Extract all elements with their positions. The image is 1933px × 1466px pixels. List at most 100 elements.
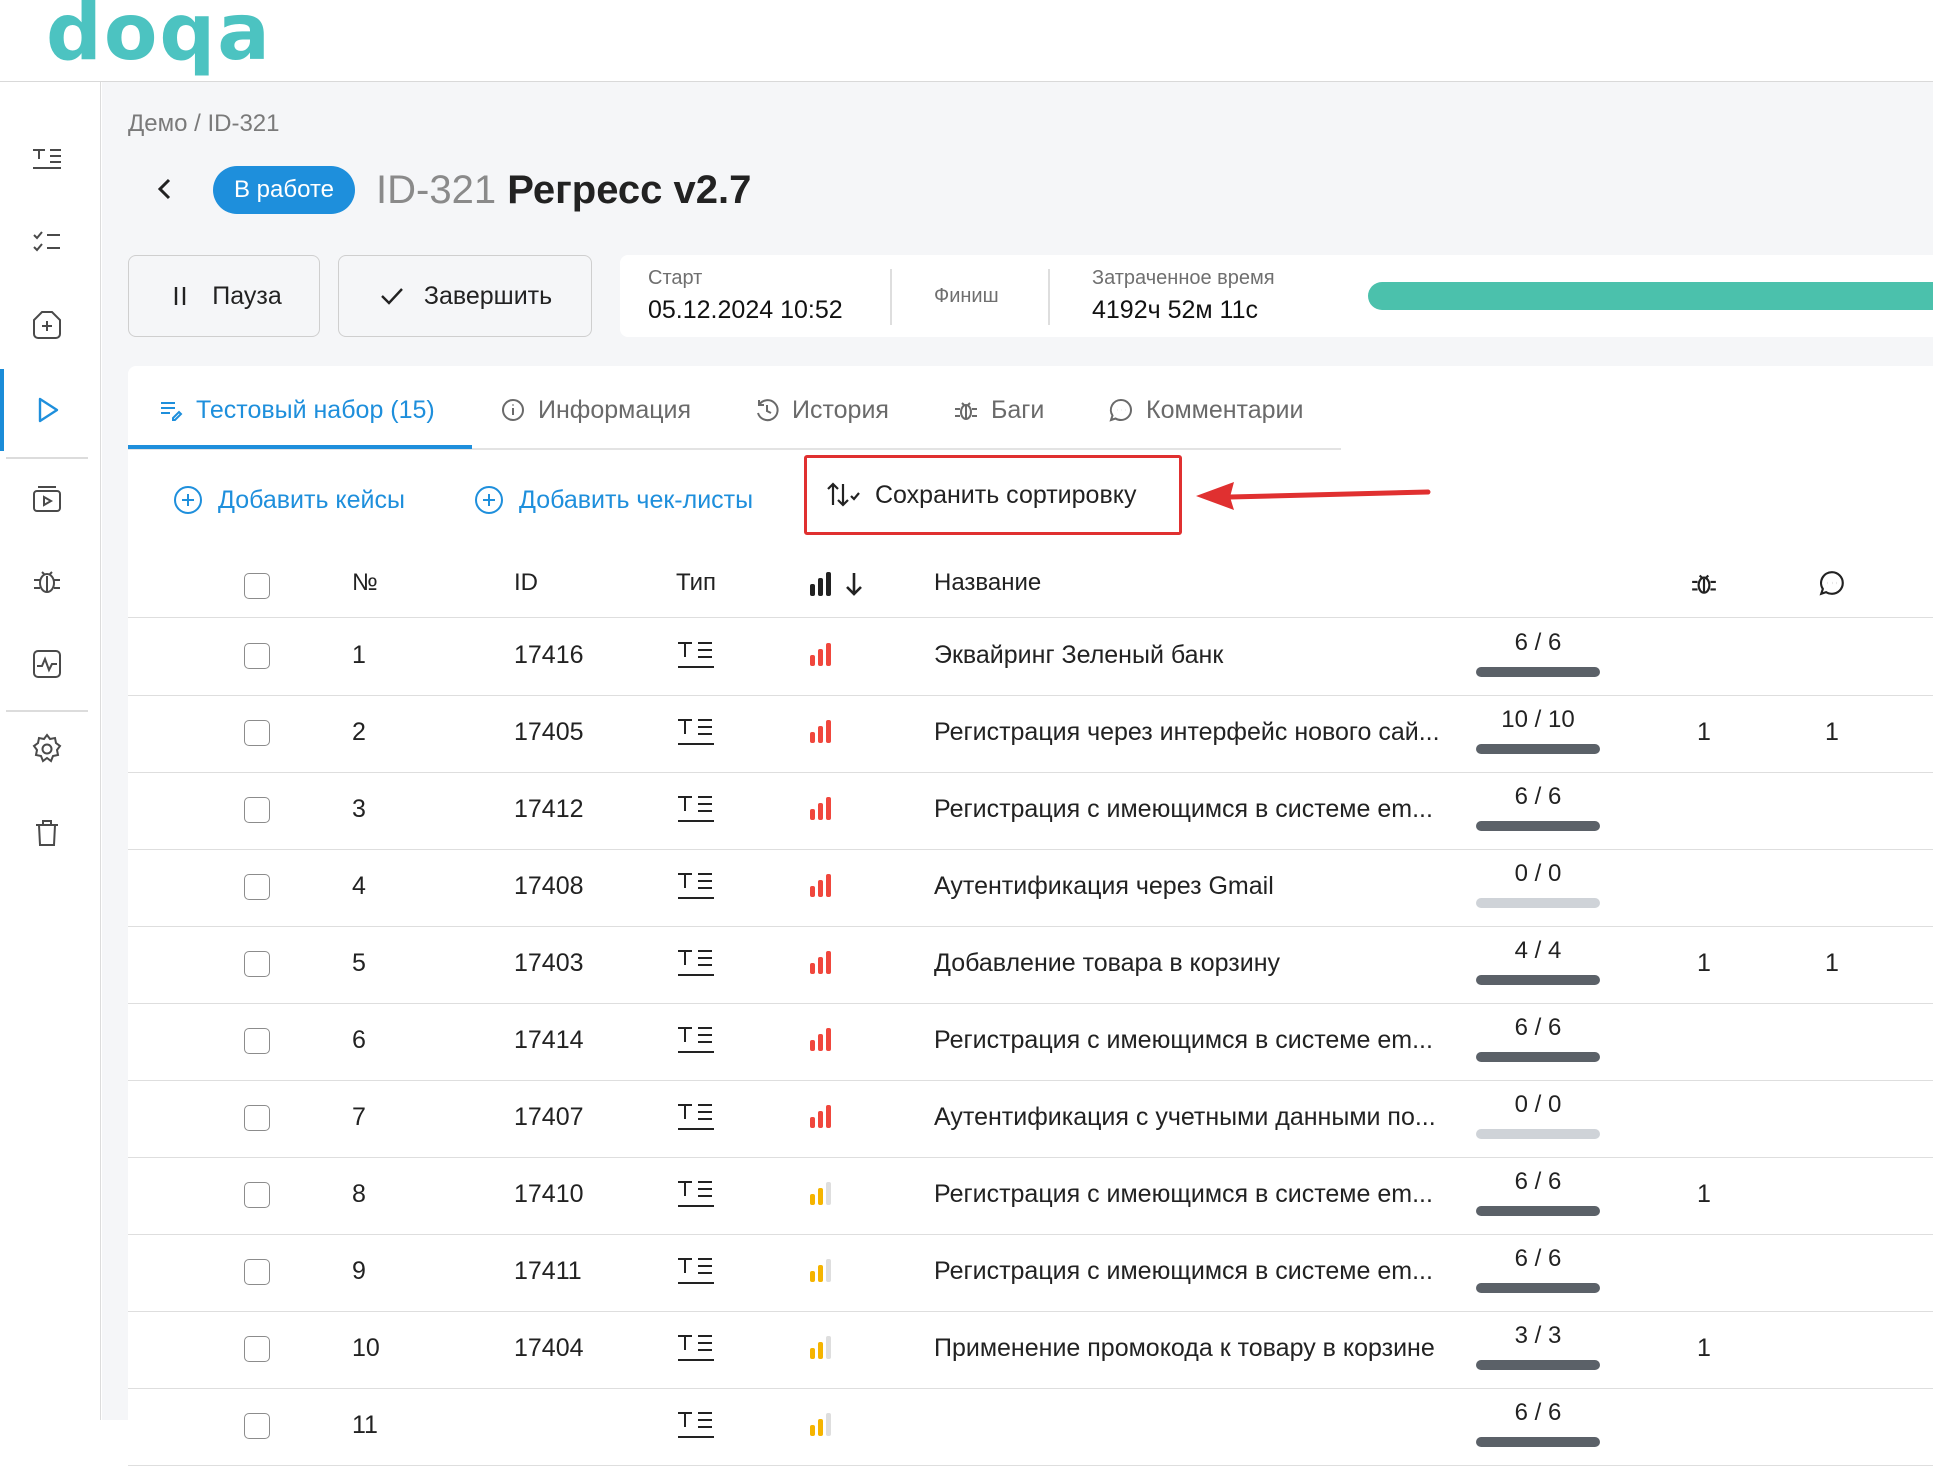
row-id[interactable]: 17414 xyxy=(514,1026,584,1055)
row-id[interactable]: 17403 xyxy=(514,949,584,978)
row-id[interactable]: 17411 xyxy=(514,1257,582,1286)
row-checkbox[interactable] xyxy=(244,951,270,977)
table-row[interactable]: 2 17405 Регистрация через интерфейс нового… xyxy=(128,696,1933,773)
priority-icon xyxy=(810,1028,831,1051)
logo[interactable]: doqa xyxy=(46,0,272,72)
row-comments-count[interactable]: 1 xyxy=(1825,949,1839,978)
row-id[interactable]: 17408 xyxy=(514,872,584,901)
bug-icon xyxy=(955,402,977,420)
test-case-type-icon xyxy=(678,1027,714,1053)
test-runs-nav-icon[interactable] xyxy=(26,389,68,431)
test-case-type-icon xyxy=(678,719,714,745)
info-divider xyxy=(1048,269,1050,325)
table-row[interactable]: 7 17407 Аутентификация с учетными данными … xyxy=(128,1081,1933,1158)
row-bugs-count[interactable]: 1 xyxy=(1697,718,1711,747)
table-row[interactable]: 4 17408 Аутентификация через Gmail 0 / 0 xyxy=(128,850,1933,927)
table-row[interactable]: 8 17410 Регистрация с имеющимся в системе … xyxy=(128,1158,1933,1235)
row-progress-bar xyxy=(1476,667,1600,677)
test-case-type-icon xyxy=(678,1335,714,1361)
finish-button[interactable]: Завершить xyxy=(338,255,592,337)
pause-button[interactable]: Пауза xyxy=(128,255,320,337)
trash-nav-icon[interactable] xyxy=(26,812,68,854)
bugs-nav-icon[interactable] xyxy=(26,560,68,602)
table-row[interactable]: 11 6 / 6 xyxy=(128,1389,1933,1466)
tab-comments[interactable]: Комментарии xyxy=(1108,390,1303,430)
sort-icon xyxy=(827,482,860,507)
row-id[interactable]: 17407 xyxy=(514,1103,584,1132)
tab-history[interactable]: История xyxy=(754,390,889,430)
row-number: 9 xyxy=(352,1257,366,1285)
priority-icon xyxy=(810,1413,831,1436)
tab-test-suite[interactable]: Тестовый набор (15) xyxy=(158,390,435,430)
row-id[interactable]: 17405 xyxy=(514,718,584,747)
sidebar-divider xyxy=(6,457,88,459)
row-checkbox[interactable] xyxy=(244,874,270,900)
test-case-type-icon xyxy=(678,642,714,668)
row-comments-count[interactable]: 1 xyxy=(1825,718,1839,747)
checklists-nav-icon[interactable] xyxy=(26,220,68,262)
tab-bugs[interactable]: Баги xyxy=(953,390,1044,430)
column-bugs[interactable] xyxy=(1690,569,1718,604)
column-id[interactable]: ID xyxy=(514,569,538,597)
sidebar xyxy=(0,82,101,1420)
table-row[interactable]: 9 17411 Регистрация с имеющимся в системе … xyxy=(128,1235,1933,1312)
spent-value: 4192ч 52м 11с xyxy=(1092,296,1258,324)
save-sort-button[interactable]: Сохранить сортировку xyxy=(804,455,1182,535)
row-checkbox[interactable] xyxy=(244,1028,270,1054)
test-case-type-icon xyxy=(678,873,714,899)
row-id[interactable]: 17404 xyxy=(514,1334,584,1363)
row-checkbox[interactable] xyxy=(244,1336,270,1362)
spent-info: Затраченное время 4192ч 52м 11с xyxy=(1092,267,1275,325)
row-checkbox[interactable] xyxy=(244,1413,270,1439)
settings-nav-icon[interactable] xyxy=(26,728,68,770)
row-number: 10 xyxy=(352,1334,380,1362)
plus-circle-icon xyxy=(475,486,503,514)
add-doc-nav-icon[interactable] xyxy=(26,304,68,346)
analytics-nav-icon[interactable] xyxy=(26,643,68,685)
add-cases-label: Добавить кейсы xyxy=(218,485,405,514)
status-badge[interactable]: В работе xyxy=(213,166,356,214)
row-checkbox[interactable] xyxy=(244,643,270,669)
column-comments[interactable] xyxy=(1818,569,1846,604)
column-num[interactable]: № xyxy=(352,569,378,597)
table-row[interactable]: 10 17404 Применение промокода к товару в к… xyxy=(128,1312,1933,1389)
row-progress-ratio: 6 / 6 xyxy=(1514,629,1562,656)
priority-icon xyxy=(810,951,831,974)
row-id[interactable]: 17416 xyxy=(514,641,584,670)
back-button[interactable] xyxy=(148,172,182,206)
column-type[interactable]: Тип xyxy=(676,569,716,597)
row-checkbox[interactable] xyxy=(244,1259,270,1285)
row-checkbox[interactable] xyxy=(244,1182,270,1208)
row-bugs-count[interactable]: 1 xyxy=(1697,1334,1711,1363)
test-cases-nav-icon[interactable] xyxy=(26,137,68,179)
test-case-type-icon xyxy=(678,1412,714,1438)
table-row[interactable]: 3 17412 Регистрация с имеющимся в системе … xyxy=(128,773,1933,850)
row-checkbox[interactable] xyxy=(244,797,270,823)
row-id[interactable]: 17412 xyxy=(514,795,584,824)
column-name[interactable]: Название xyxy=(934,569,1041,597)
table-row[interactable]: 1 17416 Эквайринг Зеленый банк 6 / 6 xyxy=(128,619,1933,696)
row-checkbox[interactable] xyxy=(244,1105,270,1131)
row-progress-ratio: 3 / 3 xyxy=(1514,1322,1562,1349)
history-icon xyxy=(757,399,779,422)
row-bugs-count[interactable]: 1 xyxy=(1697,949,1711,978)
row-checkbox[interactable] xyxy=(244,720,270,746)
table-row[interactable]: 6 17414 Регистрация с имеющимся в системе … xyxy=(128,1004,1933,1081)
row-id[interactable]: 17410 xyxy=(514,1180,584,1209)
add-checklists-button[interactable]: Добавить чек-листы xyxy=(473,480,753,520)
add-cases-button[interactable]: Добавить кейсы xyxy=(172,480,405,520)
comment-icon xyxy=(1819,571,1844,596)
row-number: 6 xyxy=(352,1026,366,1054)
select-all-checkbox[interactable] xyxy=(244,573,270,599)
tab-info[interactable]: Информация xyxy=(500,390,691,430)
table-row[interactable]: 5 17403 Добавление товара в корзину 4 / 411 xyxy=(128,927,1933,1004)
breadcrumb[interactable]: Демо / ID-321 xyxy=(128,110,280,138)
row-number: 4 xyxy=(352,872,366,900)
tab-label: Баги xyxy=(991,395,1045,424)
save-sort-label: Сохранить сортировку xyxy=(875,480,1137,509)
row-bugs-count[interactable]: 1 xyxy=(1697,1180,1711,1209)
comment-icon xyxy=(1109,398,1132,422)
runs-archive-nav-icon[interactable] xyxy=(26,477,68,519)
column-priority-sort[interactable] xyxy=(808,570,872,605)
row-progress-bar xyxy=(1476,1129,1600,1139)
